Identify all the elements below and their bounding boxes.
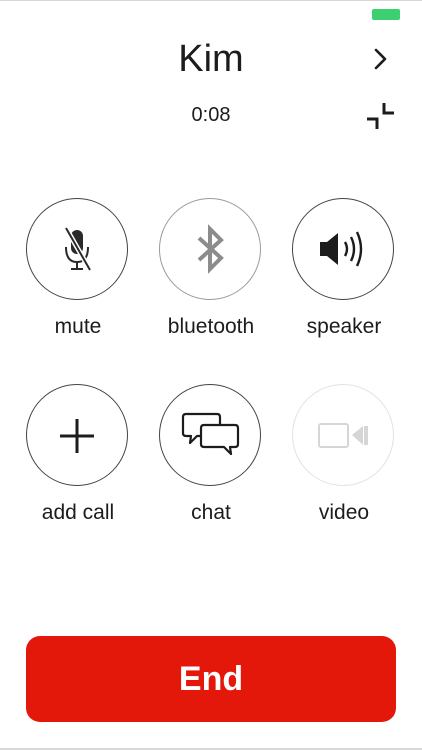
bluetooth-button[interactable]: [159, 198, 263, 302]
video-button[interactable]: [292, 384, 396, 488]
add-call-button[interactable]: [26, 384, 130, 488]
mute-button[interactable]: [26, 198, 130, 302]
minimize-icon[interactable]: [362, 100, 400, 134]
end-call-button[interactable]: End: [26, 636, 396, 722]
contact-name: Kim: [178, 38, 244, 80]
call-timer: 0:08: [191, 104, 231, 126]
video-label: video: [318, 501, 370, 524]
chat-bubbles-icon: [181, 412, 240, 456]
speaker-label: speaker: [306, 315, 382, 338]
bluetooth-icon: [197, 224, 224, 274]
status-bar: [0, 0, 422, 22]
chat-button[interactable]: [159, 384, 263, 488]
speaker-icon: [320, 231, 363, 267]
battery-icon: [372, 9, 400, 20]
chevron-right-icon[interactable]: [366, 44, 396, 74]
video-camera-icon: [318, 423, 368, 448]
microphone-off-icon: [63, 226, 93, 272]
plus-icon: [60, 419, 94, 453]
speaker-button[interactable]: [292, 198, 396, 302]
